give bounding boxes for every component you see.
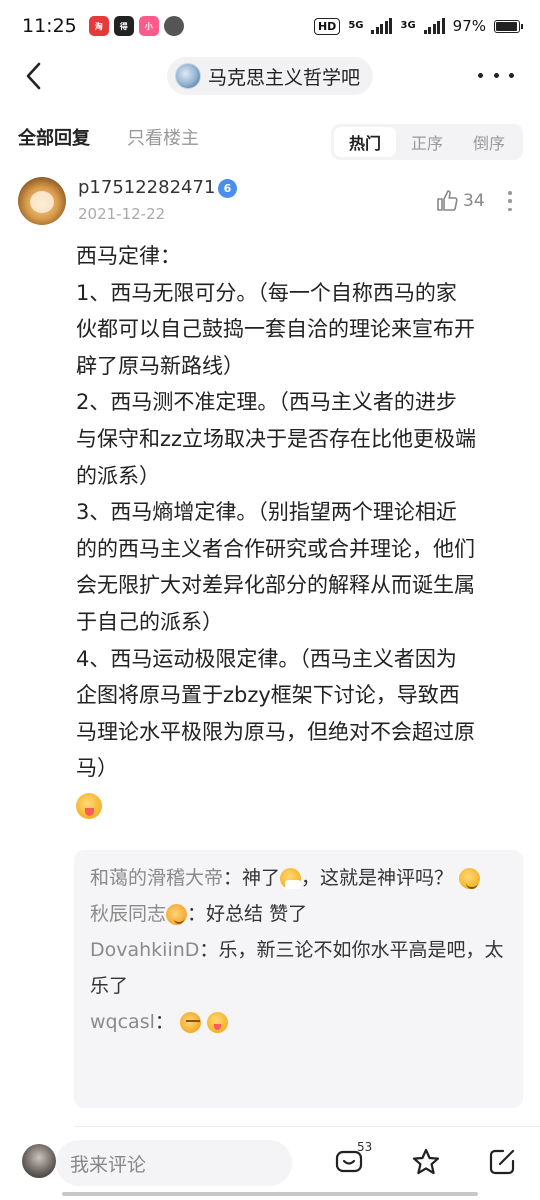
notification-app-icon bbox=[163, 16, 184, 36]
cat-emoji-icon bbox=[166, 904, 188, 925]
reply-item[interactable]: 和蔼的滑稽大帝：神了 ，这就是神评吗？ bbox=[90, 860, 507, 896]
hd-badge: HD bbox=[313, 17, 341, 35]
forum-logo-icon bbox=[175, 63, 201, 89]
content-line: 的派系） bbox=[76, 463, 160, 488]
sort-descending[interactable]: 倒序 bbox=[458, 127, 520, 157]
dot bbox=[509, 72, 514, 78]
thumbs-up-icon bbox=[437, 190, 458, 211]
content-line: 的的西马主义者合作研究或合并理论，他们 bbox=[76, 536, 475, 561]
comment-input[interactable]: 我来评论 bbox=[56, 1140, 292, 1186]
divider bbox=[74, 1126, 540, 1127]
battery-text: 97% bbox=[452, 17, 486, 35]
signal-icon bbox=[371, 18, 393, 34]
status-time: 11:25 bbox=[22, 15, 77, 37]
my-avatar bbox=[22, 1144, 56, 1178]
forum-chip[interactable]: 马克思主义哲学吧 bbox=[167, 57, 373, 95]
content-line: 3、西马熵增定律。（别指望两个理论相近 bbox=[76, 500, 457, 525]
yummy-face-emoji-icon bbox=[76, 792, 102, 819]
content-line: 与保守和zz立场取决于是否存在比他更极端 bbox=[76, 426, 477, 451]
content-line: 企图将原马置于zbzy框架下讨论，导致西 bbox=[76, 683, 460, 708]
dot bbox=[493, 72, 499, 78]
content-emoji-line bbox=[76, 787, 526, 824]
post-content: 西马定律： 1、西马无限可分。（每一个自称西马的家 伙都可以自己鼓捣一套自洽的理… bbox=[76, 238, 526, 824]
smile-emoji-icon bbox=[459, 868, 481, 889]
notification-app-icon: 得 bbox=[113, 16, 134, 36]
reply-list[interactable]: 和蔼的滑稽大帝：神了 ，这就是神评吗？ 秋辰同志 ：好总结 赞了 Dovahkiin… bbox=[74, 850, 523, 1108]
edit-share-icon bbox=[489, 1149, 515, 1175]
dot bbox=[508, 199, 512, 203]
reply-item[interactable]: DovahkiinD：乐，新三论不如你水平高是吧，太乐了 bbox=[90, 932, 507, 1004]
post-date: 2021-12-22 bbox=[78, 205, 166, 223]
battery-icon bbox=[494, 19, 523, 33]
reply-count-badge: 53 bbox=[357, 1140, 373, 1154]
share-button[interactable] bbox=[487, 1147, 517, 1177]
reply-author[interactable]: DovahkiinD bbox=[90, 939, 199, 961]
content-line: 会无限扩大对差异化部分的解释从而诞生属 bbox=[76, 573, 475, 598]
content-line: 1、西马无限可分。（每一个自称西马的家 bbox=[76, 280, 457, 305]
back-button[interactable] bbox=[20, 61, 50, 91]
content-line: 2、西马测不准定理。（西马主义者的进步 bbox=[76, 390, 457, 415]
yummy-face-emoji-icon bbox=[206, 1012, 228, 1033]
content-line: 辟了原马新路线） bbox=[76, 353, 244, 378]
reply-author[interactable]: 和蔼的滑稽大帝 bbox=[90, 867, 223, 889]
sort-segmented-control: 热门 正序 倒序 bbox=[331, 124, 523, 160]
content-line: 西马定律： bbox=[76, 244, 181, 268]
sort-hot[interactable]: 热门 bbox=[334, 127, 396, 157]
avatar[interactable] bbox=[18, 177, 66, 225]
reply-sep: ： bbox=[223, 867, 243, 889]
filter-bar: 全部回复 只看楼主 热门 正序 倒序 bbox=[0, 102, 540, 164]
content-line: 4、西马运动极限定律。（西马主义者因为 bbox=[76, 646, 457, 671]
signal-icon bbox=[423, 18, 445, 34]
star-icon bbox=[412, 1148, 440, 1175]
home-indicator[interactable] bbox=[62, 1192, 478, 1196]
content-line: 伙都可以自己鼓捣一套自洽的理论来宣布开 bbox=[76, 317, 475, 342]
reply-sep: ： bbox=[199, 939, 219, 961]
comment-placeholder: 我来评论 bbox=[70, 1153, 147, 1176]
sim2-network: 3G bbox=[400, 20, 416, 31]
notification-app-icon: 淘 bbox=[88, 16, 109, 36]
content-line: 于自己的派系） bbox=[76, 609, 223, 634]
post-more-button[interactable] bbox=[507, 191, 513, 211]
tab-all-replies[interactable]: 全部回复 bbox=[18, 124, 90, 150]
reply-text: ，这就是神评吗？ bbox=[301, 867, 454, 889]
notification-icons: 淘 得 小 bbox=[88, 16, 184, 36]
sneeze-emoji-icon bbox=[280, 868, 302, 889]
forum-name: 马克思主义哲学吧 bbox=[208, 66, 361, 89]
top-nav-bar: 马克思主义哲学吧 bbox=[0, 52, 540, 102]
level-badge: 6 bbox=[218, 179, 237, 198]
reply-text: 神了 bbox=[242, 867, 281, 889]
bottom-action-bar: 我来评论 53 bbox=[0, 1134, 540, 1200]
tab-host-only[interactable]: 只看楼主 bbox=[127, 124, 199, 150]
sim1-network: 5G bbox=[348, 20, 364, 31]
status-right: HD 5G 3G 97% bbox=[313, 17, 523, 35]
reply-text: 好总结 赞了 bbox=[206, 903, 308, 925]
like-button[interactable]: 34 bbox=[435, 189, 485, 213]
angry-emoji-icon bbox=[179, 1012, 201, 1033]
reply-item[interactable]: 秋辰同志 ：好总结 赞了 bbox=[90, 896, 507, 932]
dot bbox=[508, 191, 512, 195]
content-line: 马） bbox=[76, 756, 118, 781]
reply-author[interactable]: wqcasl bbox=[90, 1011, 155, 1033]
chevron-left-icon bbox=[26, 62, 41, 90]
sort-ascending[interactable]: 正序 bbox=[396, 127, 458, 157]
reply-sep: ： bbox=[187, 903, 207, 925]
reply-sep: ： bbox=[154, 1011, 174, 1033]
post-header: p17512282471 6 2021-12-22 34 bbox=[0, 175, 540, 233]
favorite-button[interactable] bbox=[411, 1147, 441, 1177]
dot bbox=[478, 72, 483, 78]
content-line: 马理论水平极限为原马，但绝对不会超过原 bbox=[76, 719, 475, 744]
status-bar: 11:25 淘 得 小 HD 5G 3G 97% bbox=[0, 0, 540, 52]
reply-item[interactable]: wqcasl： bbox=[90, 1004, 507, 1040]
like-count: 34 bbox=[463, 191, 485, 211]
notification-app-icon: 小 bbox=[138, 16, 159, 36]
more-options-button[interactable] bbox=[478, 63, 514, 87]
dot bbox=[508, 207, 512, 211]
username[interactable]: p17512282471 bbox=[78, 177, 215, 198]
reply-author[interactable]: 秋辰同志 bbox=[90, 903, 166, 925]
